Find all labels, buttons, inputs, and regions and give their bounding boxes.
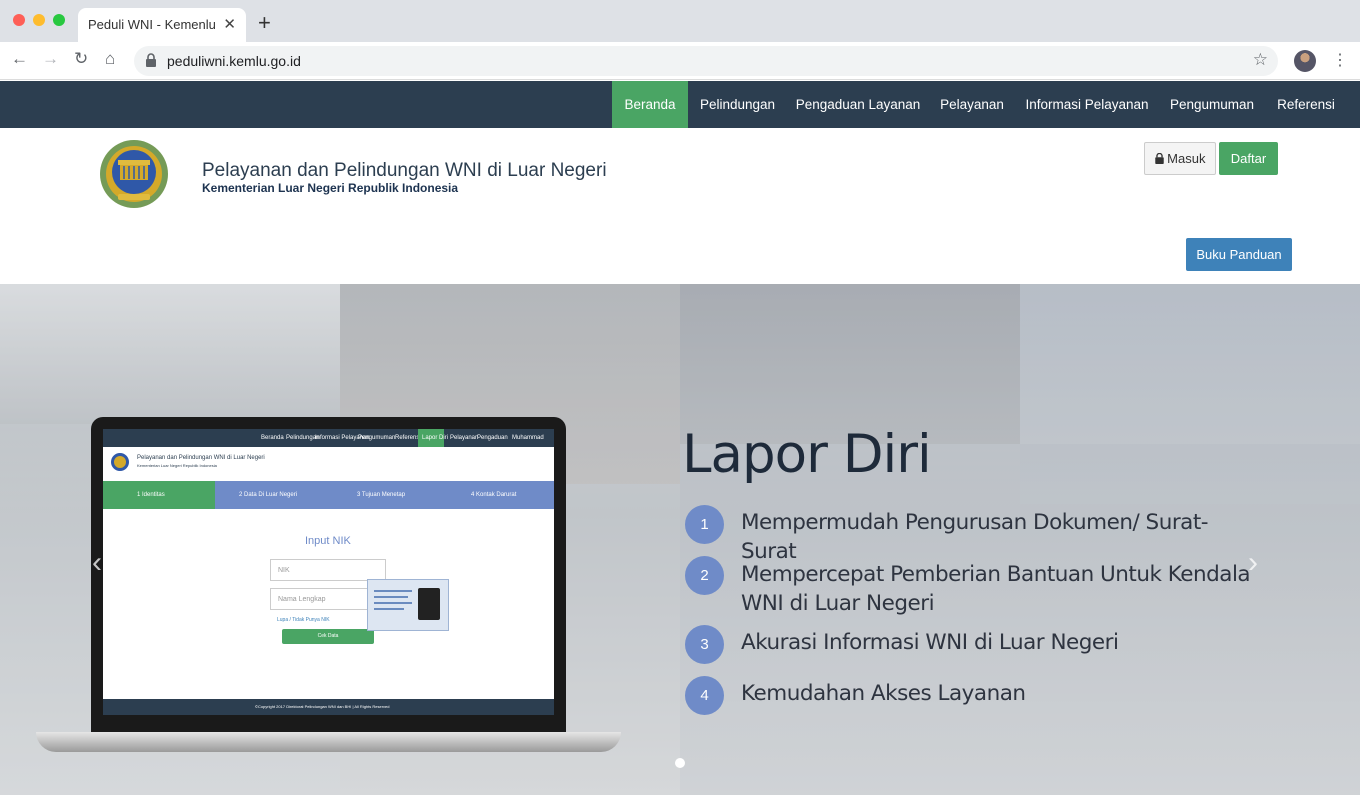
nav-item-pelayanan[interactable]: Pelayanan (932, 81, 1012, 128)
bookmark-star-icon[interactable]: ☆ (1253, 50, 1268, 70)
feature-number: 3 (685, 625, 724, 664)
mini-name-field: Nama Lengkap (270, 588, 370, 610)
browser-menu-icon[interactable]: ⋮ (1332, 50, 1348, 70)
register-button[interactable]: Daftar (1219, 142, 1278, 175)
mini-nav-item: Lapor Diri (422, 435, 449, 441)
login-label: Masuk (1167, 151, 1206, 166)
lock-icon (146, 53, 156, 67)
nav-item-pelindungan[interactable]: Pelindungan (690, 81, 785, 128)
mini-nav-item: Beranda (261, 435, 284, 441)
mini-nik-field: NIK (270, 559, 386, 581)
new-tab-icon[interactable]: + (258, 10, 271, 36)
mini-footer: ©Copyright 2017 Direktorat Pelindungan W… (103, 699, 554, 715)
nav-item-pengumuman[interactable]: Pengumuman (1162, 81, 1262, 128)
laptop-screen-frame: Beranda Pelindungan Informasi Pelayanan … (91, 417, 566, 737)
mini-nav-item: Pengumuman (358, 435, 396, 441)
mini-nav-item: Pengaduan (477, 435, 508, 441)
mini-steps: 1 Identitas 2 Data Di Luar Negeri 3 Tuju… (103, 481, 554, 509)
mini-id-card (367, 579, 449, 631)
kemlu-emblem-logo[interactable] (96, 138, 172, 210)
laptop-base (36, 732, 621, 752)
main-nav: Beranda Pelindungan Pengaduan Layanan Pe… (0, 81, 1360, 128)
profile-avatar[interactable] (1294, 50, 1316, 72)
tab-close-icon[interactable]: ✕ (223, 15, 236, 33)
mini-step: 1 Identitas (137, 492, 165, 498)
lock-icon (1154, 152, 1164, 164)
carousel-indicator[interactable] (675, 758, 685, 768)
browser-toolbar: ← → ↻ ⌂ peduliwni.kemlu.go.id ☆ ⋮ (0, 42, 1360, 80)
hero-carousel: Beranda Pelindungan Informasi Pelayanan … (0, 284, 1360, 795)
feature-number: 1 (685, 505, 724, 544)
mini-step: 4 Kontak Darurat (471, 492, 517, 498)
laptop-mockup: Beranda Pelindungan Informasi Pelayanan … (36, 414, 621, 754)
site-subtitle: Kementerian Luar Negeri Republik Indones… (202, 181, 459, 195)
reload-icon[interactable]: ↻ (74, 49, 88, 69)
address-bar[interactable]: peduliwni.kemlu.go.id ☆ (134, 46, 1278, 76)
forward-icon[interactable]: → (42, 49, 59, 69)
minimize-window-icon[interactable] (33, 14, 45, 26)
back-icon[interactable]: ← (11, 49, 28, 69)
laptop-screen: Beranda Pelindungan Informasi Pelayanan … (103, 429, 554, 715)
carousel-prev-icon[interactable]: ‹ (92, 546, 102, 580)
mini-nav: Beranda Pelindungan Informasi Pelayanan … (103, 429, 554, 447)
site-title: Pelayanan dan Pelindungan WNI di Luar Ne… (202, 160, 607, 181)
mini-nav-item: Referensi (395, 435, 421, 441)
mini-check-button: Cek Data (282, 629, 374, 644)
nav-item-pengaduan-layanan[interactable]: Pengaduan Layanan (788, 81, 928, 128)
feature-text: Mempercepat Pemberian Bantuan Untuk Kend… (741, 562, 1251, 616)
maximize-window-icon[interactable] (53, 14, 65, 26)
feature-text: Mempermudah Pengurusan Dokumen/ Surat-Su… (741, 510, 1209, 564)
nav-item-referensi[interactable]: Referensi (1266, 81, 1346, 128)
browser-tab[interactable]: Peduli WNI - Kemenlu ✕ (78, 8, 246, 42)
feature-text: Akurasi Informasi WNI di Luar Negeri (741, 630, 1119, 655)
mini-form-title: Input NIK (305, 535, 351, 547)
login-button[interactable]: Masuk (1144, 142, 1216, 175)
url-text: peduliwni.kemlu.go.id (167, 53, 301, 69)
tab-title: Peduli WNI - Kemenlu (88, 17, 216, 32)
feature-number: 2 (685, 556, 724, 595)
close-window-icon[interactable] (13, 14, 25, 26)
mini-nav-item: Pelayanan (450, 435, 479, 441)
mini-footer-text: ©Copyright 2017 Direktorat Pelindungan W… (255, 704, 390, 709)
mini-forgot-link: Lupa / Tidak Punya NIK (277, 617, 330, 623)
feature-text: Kemudahan Akses Layanan (741, 681, 1026, 706)
guide-book-button[interactable]: Buku Panduan (1186, 238, 1292, 271)
nav-item-beranda[interactable]: Beranda (612, 81, 688, 128)
feature-number: 4 (685, 676, 724, 715)
browser-tab-bar: Peduli WNI - Kemenlu ✕ + (0, 0, 1360, 42)
mini-step: 2 Data Di Luar Negeri (239, 492, 298, 498)
mini-logo (111, 453, 129, 471)
hero-heading: Lapor Diri (682, 424, 932, 485)
carousel-next-icon[interactable]: › (1248, 546, 1258, 580)
mini-step: 3 Tujuan Menetap (357, 492, 406, 498)
mini-title: Pelayanan dan Pelindungan WNI di Luar Ne… (137, 455, 265, 461)
home-icon[interactable]: ⌂ (105, 49, 115, 69)
mini-subtitle: Kementerian Luar Negeri Republik Indones… (137, 463, 217, 468)
nav-item-informasi-pelayanan[interactable]: Informasi Pelayanan (1016, 81, 1158, 128)
mini-nav-item: Muhammad (512, 435, 544, 441)
